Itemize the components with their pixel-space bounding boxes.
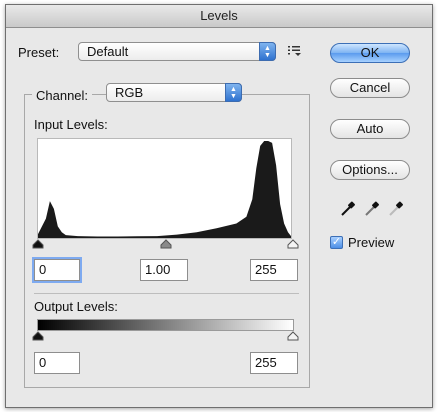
output-black-field[interactable]: 0 [34, 352, 80, 374]
preset-options-icon[interactable] [288, 45, 302, 57]
channel-row: Channel: [32, 84, 93, 106]
input-white-field[interactable]: 255 [250, 259, 298, 281]
black-point-eyedropper-icon[interactable] [340, 201, 356, 217]
output-gradient-bar [37, 319, 294, 331]
input-gamma-slider-handle[interactable] [160, 239, 172, 249]
output-levels-label: Output Levels: [34, 299, 118, 314]
preset-label: Preset: [18, 45, 60, 60]
dialog-title: Levels [6, 5, 432, 28]
input-levels-label: Input Levels: [34, 117, 108, 132]
preset-dropdown[interactable]: Default ▲ ▼ [78, 42, 276, 61]
output-black-slider-handle[interactable] [32, 331, 44, 341]
auto-button[interactable]: Auto [330, 119, 410, 139]
ok-button[interactable]: OK [330, 43, 410, 63]
preset-value: Default [87, 44, 129, 59]
output-white-slider-handle[interactable] [287, 331, 299, 341]
cancel-button[interactable]: Cancel [330, 78, 410, 98]
histogram-chart [38, 141, 291, 238]
channel-value: RGB [115, 85, 144, 100]
white-point-eyedropper-icon[interactable] [388, 201, 404, 217]
dropdown-arrows-icon: ▲ ▼ [225, 83, 242, 102]
input-gamma-field[interactable]: 1.00 [140, 259, 188, 281]
histogram [37, 138, 292, 239]
options-button[interactable]: Options... [330, 160, 410, 180]
preview-label: Preview [348, 235, 395, 250]
input-black-field[interactable]: 0 [34, 259, 80, 281]
channel-label: Channel: [36, 88, 89, 103]
levels-separator [34, 293, 299, 294]
input-white-slider-handle[interactable] [287, 239, 299, 249]
channel-dropdown[interactable]: RGB ▲ ▼ [106, 83, 242, 102]
histogram-area [38, 141, 291, 238]
gray-point-eyedropper-icon[interactable] [364, 201, 380, 217]
preview-checkbox[interactable]: ✓ [330, 236, 343, 249]
input-black-slider-handle[interactable] [32, 239, 44, 249]
levels-dialog: Levels Preset: Default ▲ ▼ Channel: RGB ▲… [5, 4, 433, 408]
output-white-field[interactable]: 255 [250, 352, 298, 374]
dropdown-arrows-icon: ▲ ▼ [259, 42, 276, 61]
